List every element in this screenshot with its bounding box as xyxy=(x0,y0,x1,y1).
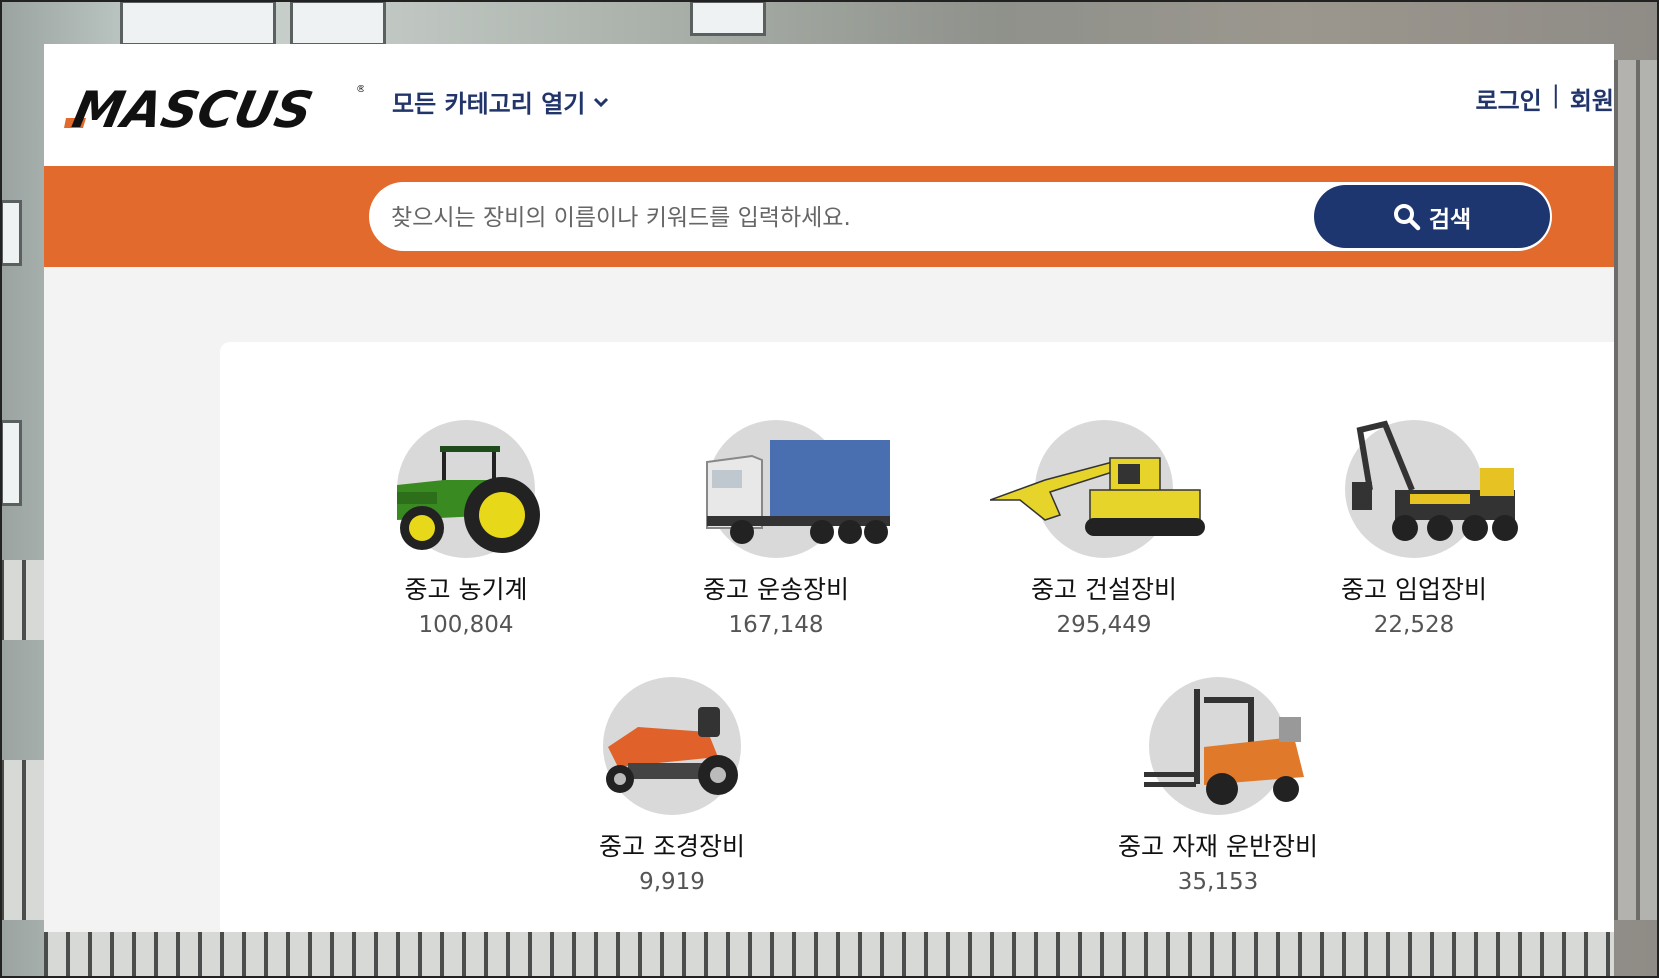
background-window xyxy=(0,420,22,506)
registered-mark: ® xyxy=(356,84,364,95)
category-count: 295,449 xyxy=(1056,612,1152,638)
category-card: 중고 농기계 100,804 중고 운송장비 167,148 중고 건설장비 2… xyxy=(220,342,1614,932)
lawn-mower-icon xyxy=(606,707,738,795)
background-balcony xyxy=(0,760,44,920)
category-image-circle xyxy=(603,677,741,815)
background-window xyxy=(290,0,386,46)
category-landscaping[interactable]: 중고 조경장비 9,919 xyxy=(542,677,802,895)
logo-text: MASCUS xyxy=(68,81,318,132)
auth-separator: | xyxy=(1551,81,1560,109)
login-link[interactable]: 로그인 xyxy=(1475,81,1541,116)
category-name: 중고 조경장비 xyxy=(599,832,745,861)
background-window xyxy=(0,200,22,266)
logo-graphic: MASCUS ® xyxy=(64,81,364,132)
search-icon xyxy=(1393,203,1421,230)
search-button-label: 검색 xyxy=(1428,206,1472,233)
open-categories-button[interactable]: 모든 카테고리 열기 xyxy=(392,84,609,119)
category-image-circle xyxy=(1144,677,1304,815)
category-construction[interactable]: 중고 건설장비 295,449 xyxy=(974,420,1234,638)
category-image-circle xyxy=(990,420,1205,558)
search-input[interactable] xyxy=(389,182,1273,251)
category-name: 중고 운송장비 xyxy=(703,575,849,604)
chevron-down-icon xyxy=(594,97,609,107)
search-button[interactable]: 검색 xyxy=(1314,185,1550,248)
background-window xyxy=(690,0,766,36)
main-content: 중고 농기계 100,804 중고 운송장비 167,148 중고 건설장비 2… xyxy=(44,267,1614,932)
tractor-icon xyxy=(397,446,540,553)
forestry-harvester-icon xyxy=(1352,420,1518,541)
category-agriculture[interactable]: 중고 농기계 100,804 xyxy=(336,420,596,638)
member-link[interactable]: 회원 xyxy=(1570,81,1614,116)
category-image-circle xyxy=(706,420,890,558)
truck-icon xyxy=(706,440,890,544)
category-forestry[interactable]: 중고 임업장비 22,528 xyxy=(1284,420,1544,638)
background-balcony xyxy=(1614,60,1659,920)
open-categories-label: 모든 카테고리 열기 xyxy=(392,90,586,118)
category-count: 167,148 xyxy=(728,612,824,638)
category-count: 35,153 xyxy=(1177,869,1259,895)
site-header: MASCUS ® 모든 카테고리 열기 로그인 | 회원 xyxy=(44,44,1614,166)
category-count: 100,804 xyxy=(418,612,514,638)
background-window xyxy=(120,0,276,46)
category-name: 중고 자재 운반장비 xyxy=(1118,832,1318,861)
forklift-icon xyxy=(1144,689,1304,805)
category-name: 중고 임업장비 xyxy=(1341,575,1487,604)
background-balcony xyxy=(44,932,1614,978)
category-material-handling[interactable]: 중고 자재 운반장비 35,153 xyxy=(1088,677,1348,895)
category-name: 중고 농기계 xyxy=(404,575,528,604)
excavator-icon xyxy=(990,457,1205,536)
category-transport[interactable]: 중고 운송장비 167,148 xyxy=(646,420,906,638)
category-count: 22,528 xyxy=(1373,612,1455,638)
category-image-circle xyxy=(397,420,540,558)
auth-links: 로그인 | 회원 xyxy=(1475,81,1614,116)
search-box: 검색 xyxy=(369,182,1552,251)
category-image-circle xyxy=(1345,420,1518,558)
background-balcony xyxy=(0,560,44,640)
category-name: 중고 건설장비 xyxy=(1031,575,1177,604)
category-count: 9,919 xyxy=(639,869,705,895)
search-band: 검색 xyxy=(44,166,1614,267)
